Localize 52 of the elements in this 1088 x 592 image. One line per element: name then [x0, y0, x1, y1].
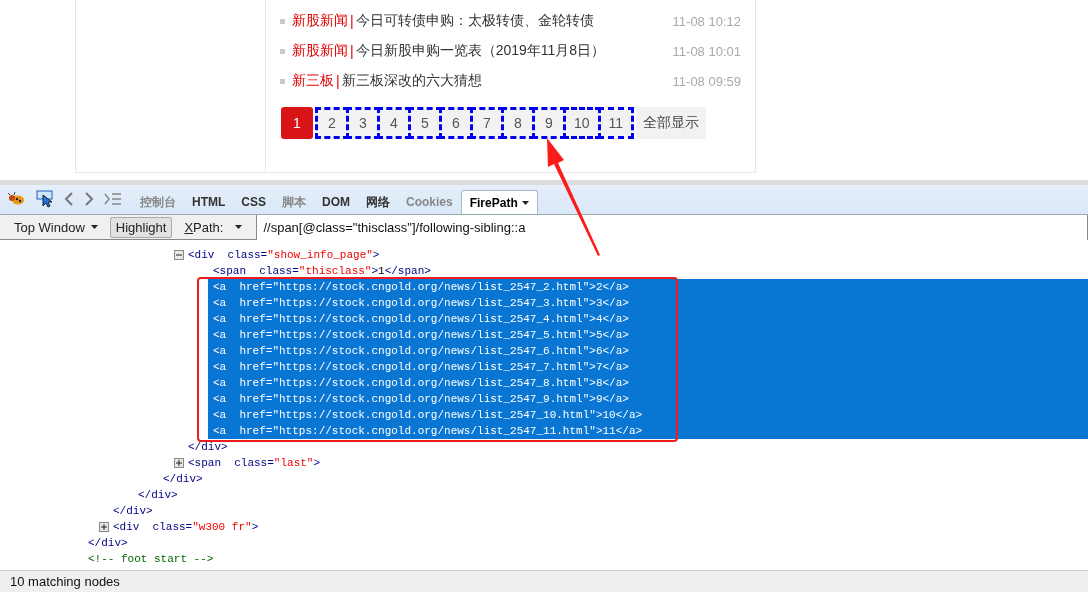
page-link[interactable]: 2: [315, 107, 349, 139]
news-category[interactable]: 新股新闻: [292, 12, 348, 30]
show-all-button[interactable]: 全部显示: [636, 107, 707, 139]
bullet-icon: [280, 18, 285, 24]
panel-tab[interactable]: DOM: [314, 190, 358, 214]
news-title[interactable]: 今日新股申购一览表（2019年11月8日）: [355, 42, 673, 60]
news-category[interactable]: 新股新闻: [292, 42, 348, 60]
code-line[interactable]: </div>: [188, 439, 228, 455]
frame-dropdown[interactable]: Top Window: [10, 219, 102, 235]
page-link[interactable]: 3: [346, 107, 380, 139]
divider: |: [336, 73, 340, 89]
xpath-field[interactable]: //span[@class="thisclass"]/following-sibling::a: [256, 214, 1088, 240]
code-line[interactable]: <div class="w300 fr">: [113, 519, 259, 535]
code-line[interactable]: <!-- foot start -->: [88, 551, 214, 567]
code-line[interactable]: <span class="thisclass">1</span>: [213, 263, 431, 279]
code-line[interactable]: </div>: [163, 471, 203, 487]
collapse-icon[interactable]: [174, 250, 184, 260]
code-line[interactable]: <div class="show_info_page">: [188, 247, 380, 263]
news-title[interactable]: 今日可转债申购：太极转债、金轮转债: [355, 12, 673, 30]
page-link[interactable]: 5: [408, 107, 442, 139]
bullet-icon: [280, 48, 285, 54]
news-title[interactable]: 新三板深改的六大猜想: [341, 72, 673, 90]
panel-tab[interactable]: HTML: [184, 190, 234, 214]
divider: |: [350, 43, 354, 59]
page-link[interactable]: 9: [532, 107, 566, 139]
bullet-icon: [280, 78, 285, 84]
panel-tab[interactable]: FirePath: [460, 190, 538, 214]
news-time: 11-08 10:12: [672, 13, 741, 29]
panel-tab[interactable]: CSS: [233, 190, 274, 214]
expand-icon[interactable]: [99, 522, 109, 532]
divider: |: [350, 13, 354, 29]
news-time: 11-08 10:01: [672, 43, 741, 59]
news-category[interactable]: 新三板: [292, 72, 334, 90]
page-link[interactable]: 6: [439, 107, 473, 139]
xpath-label: XPath:: [184, 219, 224, 235]
code-line[interactable]: <span class="last">: [188, 455, 321, 471]
code-line[interactable]: </div>: [88, 535, 128, 551]
page-link[interactable]: 10: [563, 107, 601, 139]
page-link[interactable]: 8: [501, 107, 535, 139]
caret-icon: [521, 200, 529, 205]
page-link[interactable]: 4: [377, 107, 411, 139]
code-line[interactable]: </div>: [138, 487, 178, 503]
status-text: 10 matching nodes: [0, 570, 1088, 592]
caret-icon: [235, 225, 243, 229]
page-link[interactable]: 7: [470, 107, 504, 139]
highlight-button[interactable]: Highlight: [109, 216, 173, 238]
panel-tab[interactable]: 网络: [358, 190, 398, 214]
news-time: 11-08 09:59: [672, 73, 741, 89]
code-line[interactable]: </div>: [113, 503, 153, 519]
expand-icon[interactable]: [174, 458, 184, 468]
caret-icon: [90, 225, 98, 229]
page-link[interactable]: 1: [281, 107, 313, 139]
